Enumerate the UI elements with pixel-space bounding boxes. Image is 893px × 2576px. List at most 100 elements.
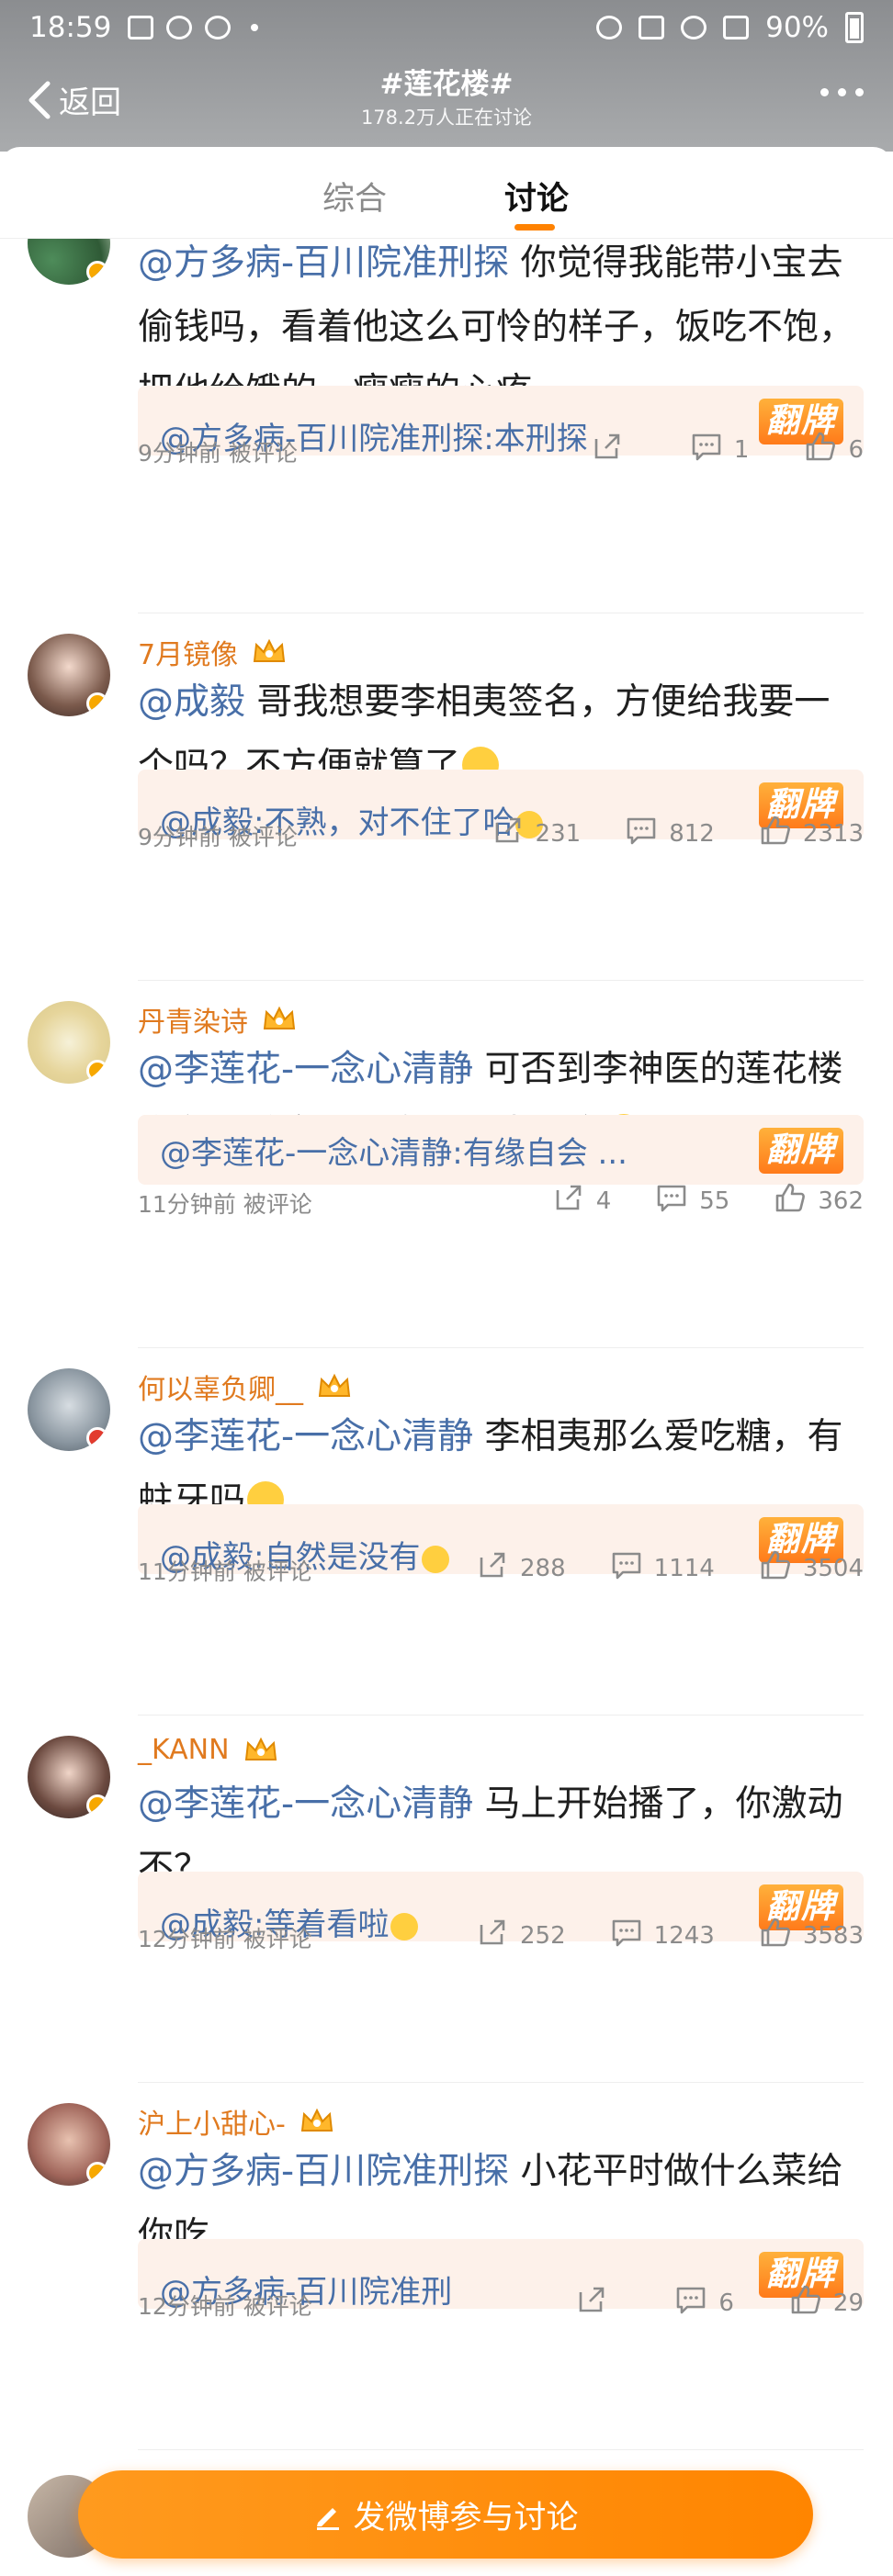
comment-button[interactable]: 6 — [674, 2283, 734, 2323]
like-count: 2313 — [802, 819, 864, 848]
discussion-feed[interactable]: @方多病-百川院准刑探 你觉得我能带小宝去偷钱吗，看着他这么可怜的样子，饭吃不饱… — [0, 239, 893, 2576]
like-button[interactable]: 3504 — [759, 1548, 864, 1588]
comment-button[interactable]: 1114 — [610, 1548, 715, 1588]
comment-count: 55 — [699, 1187, 730, 1215]
verified-badge-icon — [86, 1794, 108, 1817]
nav-bar: 返回 #莲花楼# 178.2万人正在讨论 — [0, 55, 893, 152]
crown-icon — [261, 1005, 298, 1034]
like-button[interactable]: 2313 — [759, 814, 864, 853]
like-icon — [759, 814, 792, 853]
mention-link[interactable]: @方多病-百川院准刑探 — [138, 2151, 509, 2192]
tab-discussion[interactable]: 讨论 — [481, 173, 592, 219]
status-bar: 18:59 90% — [0, 0, 893, 55]
like-button[interactable]: 362 — [774, 1181, 864, 1221]
like-count: 29 — [832, 2289, 864, 2317]
username-label: 沪上小甜心- — [138, 2109, 286, 2141]
like-button[interactable]: 3583 — [759, 1916, 864, 1955]
page-subtitle: 178.2万人正在讨论 — [360, 107, 533, 129]
post-meta: 9分钟前 被评论 — [138, 440, 298, 467]
post-meta: 11分钟前 被评论 — [138, 1558, 312, 1585]
share-button[interactable]: 288 — [476, 1548, 566, 1588]
reply-preview[interactable]: @李莲花-一念心清静:有缘自会 ... 翻牌 — [138, 1115, 864, 1185]
username[interactable]: _KANN — [138, 1734, 279, 1766]
reply-text: @李莲花-一念心清静:有缘自会 ... — [160, 1128, 627, 1173]
post-actions: 1 6 — [591, 430, 864, 469]
username[interactable]: 丹青染诗 — [138, 999, 298, 1040]
verified-badge-icon — [86, 2162, 108, 2184]
post-item[interactable]: 7月镜像 @成毅 哥我想要李相夷签名，方便给我要一个吗？不方便就算了 @成毅:不… — [0, 613, 893, 981]
comment-count: 1 — [733, 435, 750, 464]
like-icon — [759, 1548, 792, 1588]
share-count: 4 — [595, 1187, 612, 1215]
avatar[interactable] — [28, 1368, 110, 1451]
like-button[interactable]: 29 — [789, 2283, 864, 2323]
reply-content: @李莲花-一念心清静:有缘自会 ... — [160, 1135, 627, 1172]
compose-label: 发微博参与讨论 — [353, 2499, 579, 2537]
username[interactable]: 何以辜负卿__ — [138, 1367, 353, 1407]
mention-link[interactable]: @李莲花-一念心清静 — [138, 1049, 473, 1090]
share-button[interactable] — [575, 2283, 619, 2323]
avatar[interactable] — [28, 1736, 110, 1818]
post-item[interactable]: 何以辜负卿__ @李莲花-一念心清静 李相夷那么爱吃糖，有蛀牙吗 @成毅:自然是… — [0, 1348, 893, 1715]
tab-overview[interactable]: 综合 — [300, 173, 410, 219]
post-meta: 9分钟前 被评论 — [138, 824, 298, 850]
share-button[interactable]: 231 — [492, 814, 581, 853]
avatar[interactable] — [28, 239, 110, 285]
comment-button[interactable]: 1243 — [610, 1916, 715, 1955]
mute-icon — [639, 16, 665, 39]
more-options-button[interactable] — [820, 88, 864, 96]
avatar[interactable] — [28, 1001, 110, 1084]
like-button[interactable]: 6 — [804, 430, 864, 469]
mention-link[interactable]: @成毅 — [138, 681, 245, 723]
like-count: 3583 — [802, 1921, 864, 1950]
avatar[interactable] — [28, 2103, 110, 2186]
post-item[interactable]: 沪上小甜心- @方多病-百川院准刑探 小花平时做什么菜给你吃 @方多病-百川院准… — [0, 2083, 893, 2450]
mention-link[interactable]: @方多病-百川院准刑探 — [138, 242, 509, 284]
mention-link[interactable]: @李莲花-一念心清静 — [138, 1783, 473, 1825]
post-item[interactable]: @方多病-百川院准刑探 你觉得我能带小宝去偷钱吗，看着他这么可怜的样子，饭吃不饱… — [0, 239, 893, 613]
share-icon — [552, 1181, 585, 1221]
share-button[interactable] — [591, 430, 635, 469]
like-icon — [804, 430, 837, 469]
comment-icon — [625, 814, 658, 853]
post-actions: 252 1243 3583 — [476, 1916, 864, 1955]
username[interactable]: 沪上小甜心- — [138, 2101, 335, 2142]
fanpai-badge: 翻牌 — [758, 1128, 843, 1174]
verified-badge-icon — [86, 1427, 108, 1449]
pencil-icon — [317, 2508, 340, 2530]
username-label: _KANN — [138, 1734, 230, 1766]
active-tab-indicator — [514, 224, 555, 231]
comment-icon — [655, 1181, 688, 1221]
post-meta: 11分钟前 被评论 — [138, 1191, 312, 1218]
compose-post-button[interactable]: 发微博参与讨论 — [78, 2470, 813, 2559]
comment-button[interactable]: 55 — [655, 1181, 729, 1221]
crown-icon — [243, 1736, 279, 1765]
post-actions: 6 29 — [575, 2283, 864, 2323]
battery-percent: 90% — [765, 11, 829, 44]
dot-icon — [855, 88, 864, 96]
post-item[interactable]: 丹青染诗 @李莲花-一念心清静 可否到李神医的莲花楼房车里做客？我自带酒水零食 … — [0, 981, 893, 1348]
mention-link[interactable]: @李莲花-一念心清静 — [138, 1416, 473, 1457]
username[interactable]: 7月镜像 — [138, 632, 288, 672]
like-icon — [774, 1181, 807, 1221]
crown-icon — [299, 2107, 335, 2136]
like-icon — [789, 2283, 822, 2323]
like-count: 6 — [848, 435, 864, 464]
share-button[interactable]: 252 — [476, 1916, 566, 1955]
gallery-icon — [128, 16, 154, 39]
share-button[interactable]: 4 — [552, 1181, 612, 1221]
comment-icon — [610, 1916, 643, 1955]
dot-icon — [838, 88, 846, 96]
avatar[interactable] — [28, 634, 110, 716]
battery-icon — [845, 12, 864, 43]
verified-badge-icon — [86, 692, 108, 714]
like-count: 362 — [818, 1187, 864, 1215]
post-item[interactable]: _KANN @李莲花-一念心清静 马上开始播了，你激动不？ @成毅:等着看啦 翻… — [0, 1715, 893, 2083]
like-icon — [759, 1916, 792, 1955]
page-title: #莲花楼# — [379, 68, 514, 101]
share-icon — [476, 1548, 509, 1588]
comment-button[interactable]: 1 — [690, 430, 750, 469]
divider — [138, 2449, 864, 2450]
comment-button[interactable]: 812 — [625, 814, 715, 853]
alarm-icon — [596, 16, 623, 39]
